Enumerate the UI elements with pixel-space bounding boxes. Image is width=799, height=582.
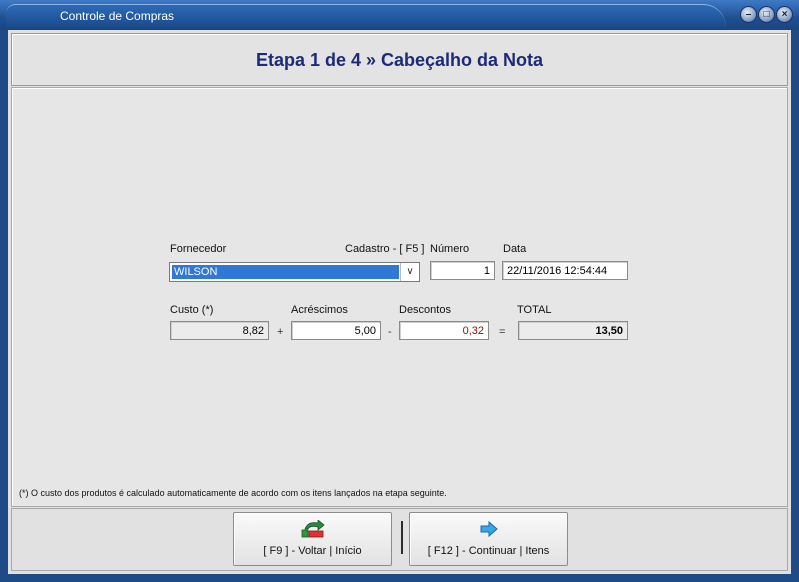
numero-label: Número (430, 243, 470, 255)
minimize-icon[interactable]: – (740, 6, 757, 23)
fornecedor-selected-value: WILSON (172, 265, 399, 279)
fornecedor-combobox[interactable]: WILSON ∨ (169, 262, 420, 282)
fornecedor-label: Fornecedor (170, 243, 227, 255)
form-panel: Fornecedor Cadastro - [ F5 ] Número Data… (11, 87, 788, 507)
custo-field: 8,82 (170, 321, 269, 340)
maximize-icon[interactable]: □ (758, 6, 775, 23)
total-field: 13,50 (518, 321, 628, 340)
step-header: Etapa 1 de 4 » Cabeçalho da Nota (11, 33, 788, 86)
next-button-label: [ F12 ] - Continuar | Itens (427, 545, 550, 557)
cadastro-link[interactable]: Cadastro - [ F5 ] (345, 243, 424, 255)
next-button[interactable]: [ F12 ] - Continuar | Itens (409, 512, 568, 566)
acrescimos-field[interactable]: 5,00 (291, 321, 381, 340)
back-button-label: [ F9 ] - Voltar | Início (263, 545, 362, 557)
custo-label: Custo (*) (170, 304, 214, 316)
data-field[interactable]: 22/11/2016 12:54:44 (502, 261, 628, 280)
close-icon[interactable]: × (776, 6, 793, 23)
footnote: (*) O custo dos produtos é calculado aut… (19, 488, 447, 498)
descontos-label: Descontos (399, 304, 451, 316)
minus-operator: - (388, 326, 392, 338)
chevron-down-icon[interactable]: ∨ (400, 263, 419, 281)
step-title: Etapa 1 de 4 » Cabeçalho da Nota (255, 50, 544, 70)
back-button[interactable]: [ F9 ] - Voltar | Início (233, 512, 392, 566)
return-arrow-icon (234, 519, 391, 538)
descontos-field[interactable]: 0,32 (399, 321, 489, 340)
total-label: TOTAL (517, 304, 552, 316)
button-separator (401, 521, 403, 554)
plus-operator: + (277, 326, 284, 338)
button-bar: [ F9 ] - Voltar | Início [ F12 ] - Conti… (11, 508, 788, 571)
acrescimos-label: Acréscimos (291, 304, 348, 316)
client-area: Etapa 1 de 4 » Cabeçalho da Nota Fornece… (8, 30, 791, 574)
numero-field[interactable]: 1 (430, 261, 495, 280)
app-window: Controle de Compras – □ × Etapa 1 de 4 »… (0, 0, 799, 582)
data-label: Data (503, 243, 527, 255)
right-arrow-icon (410, 520, 567, 538)
title-bar[interactable]: Controle de Compras – □ × (0, 0, 799, 30)
window-title: Controle de Compras (60, 9, 175, 23)
equals-operator: = (499, 326, 506, 338)
